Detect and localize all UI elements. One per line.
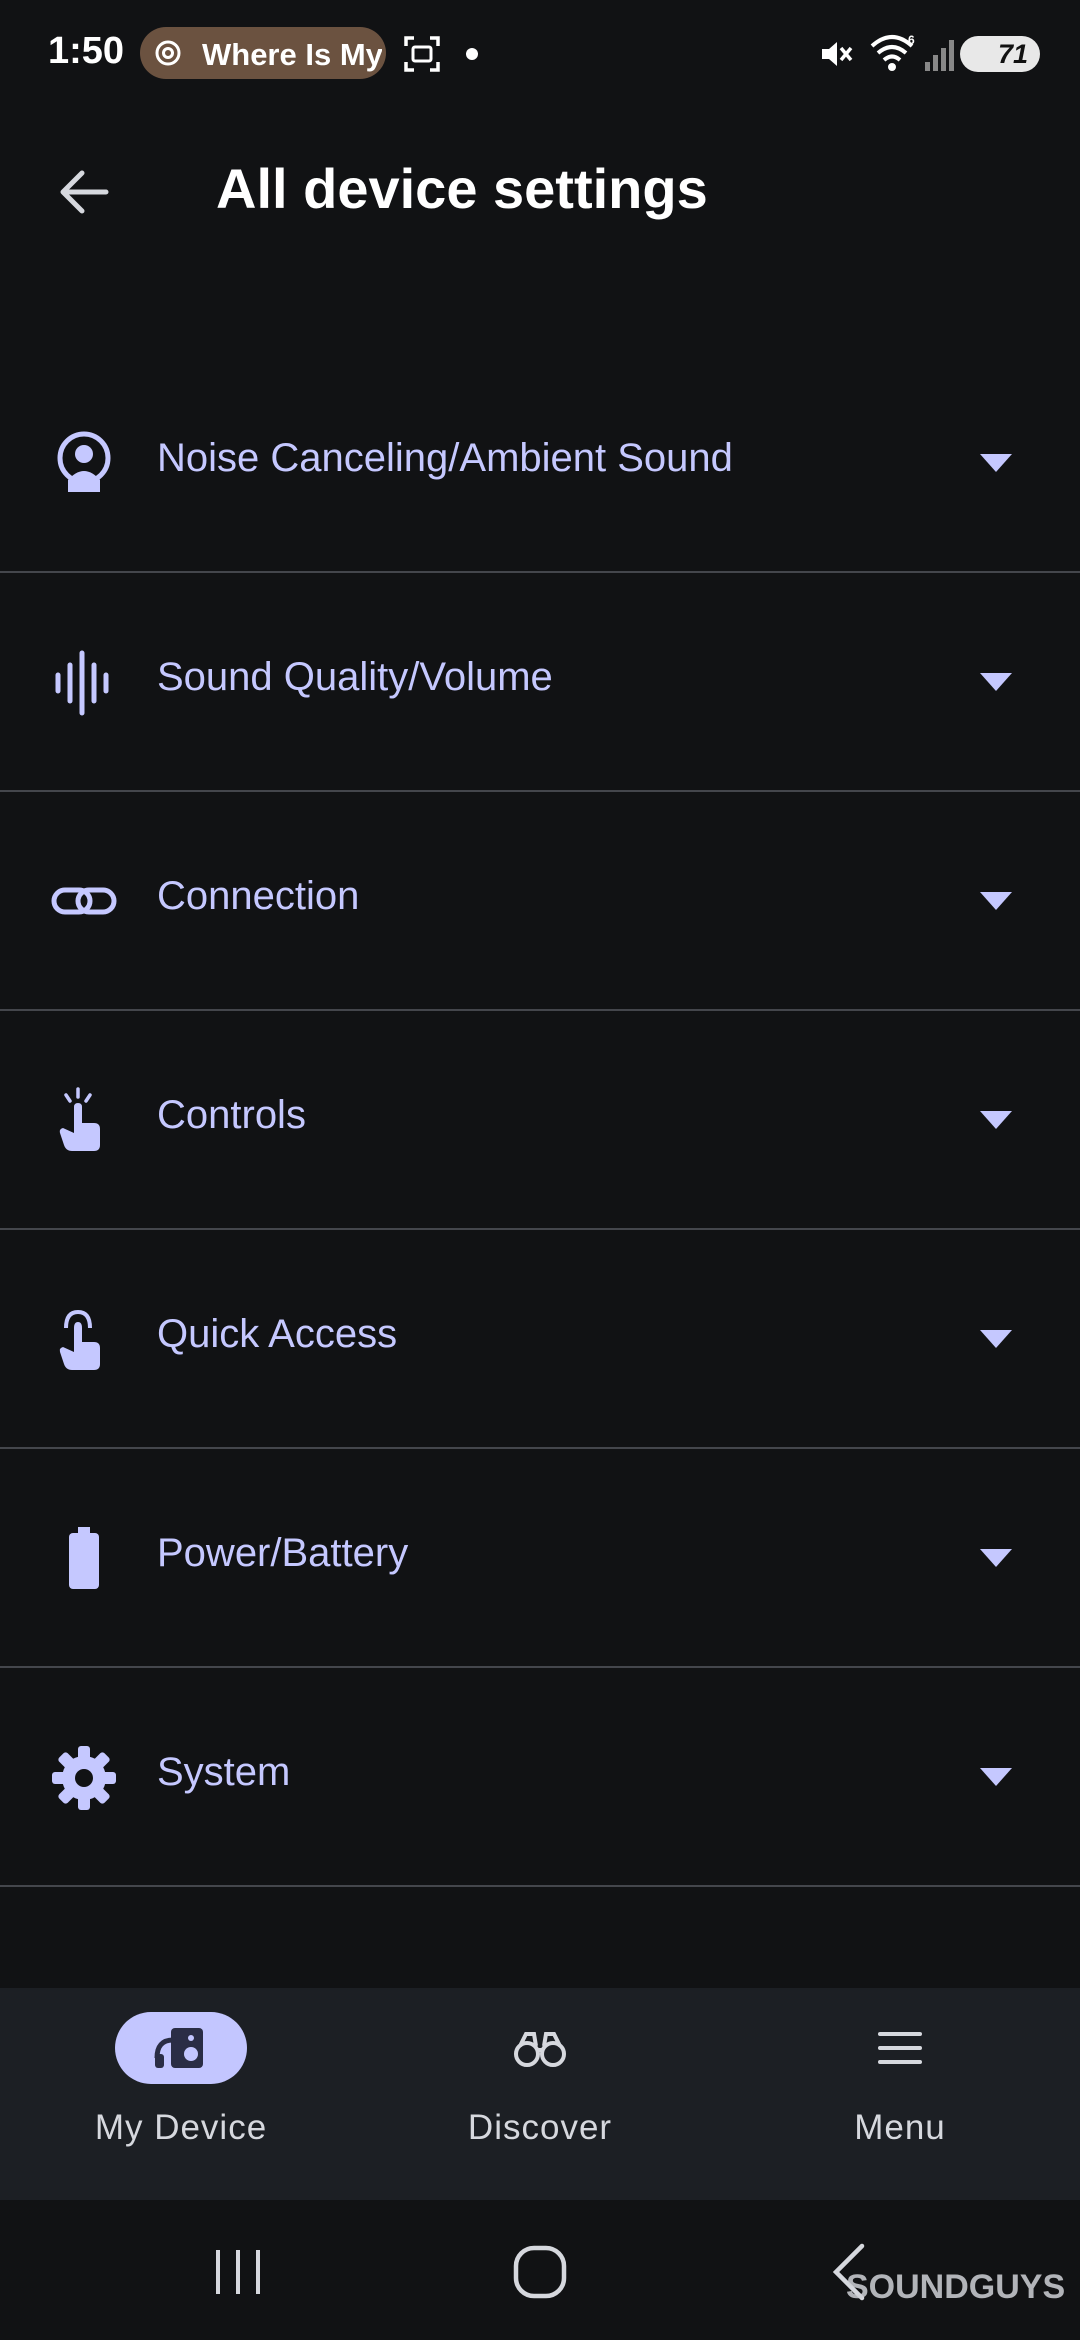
touch-hand-icon <box>50 1306 118 1374</box>
chevron-down-icon <box>980 1549 1012 1567</box>
settings-row-label: Noise Canceling/Ambient Sound <box>157 436 733 480</box>
nav-label: My Device <box>94 2108 268 2147</box>
wifi-icon: 6 <box>870 33 915 71</box>
link-icon <box>50 868 118 936</box>
device-speaker-icon <box>154 2028 203 2068</box>
nav-label: Discover <box>467 2108 613 2147</box>
chevron-down-icon <box>980 1111 1012 1129</box>
settings-row-system[interactable]: System <box>0 1668 1080 1887</box>
hamburger-menu-icon <box>878 2032 922 2064</box>
status-time: 1:50 <box>48 30 125 72</box>
chevron-down-icon <box>980 454 1012 472</box>
cell-signal-icon <box>925 40 954 71</box>
settings-row-power-battery[interactable]: Power/Battery <box>0 1449 1080 1668</box>
noise-canceling-icon <box>50 430 118 498</box>
watermark-logo: SOUNDGUYS <box>846 2268 1066 2306</box>
settings-row-label: Quick Access <box>157 1312 398 1356</box>
status-bar: 1:50 Where Is My 6 71 <box>0 0 1080 110</box>
bottom-nav: My Device Discover Menu <box>0 1988 1080 2200</box>
chevron-down-icon <box>980 1768 1012 1786</box>
battery-icon <box>50 1525 118 1593</box>
settings-row-label: Connection <box>157 874 360 918</box>
notification-dot <box>466 48 478 60</box>
location-target-icon <box>155 40 181 66</box>
home-icon[interactable] <box>510 2242 570 2302</box>
screen: 1:50 Where Is My 6 71 All device setting… <box>0 0 1080 2340</box>
notification-pill[interactable]: Where Is My <box>140 27 386 79</box>
settings-row-quick-access[interactable]: Quick Access <box>0 1230 1080 1449</box>
nav-icon-container <box>474 2012 606 2084</box>
page-title: All device settings <box>216 157 708 220</box>
nav-active-indicator <box>115 2012 247 2084</box>
nav-discover[interactable]: Discover <box>390 1988 690 2200</box>
mute-icon <box>822 42 853 66</box>
screenshot-icon <box>404 36 440 72</box>
nav-icon-container <box>834 2012 966 2084</box>
settings-row-label: Power/Battery <box>157 1531 409 1575</box>
chevron-down-icon <box>980 673 1012 691</box>
nav-label: Menu <box>854 2108 946 2147</box>
gear-icon <box>50 1744 118 1812</box>
system-nav-bar: SOUNDGUYS <box>0 2200 1080 2340</box>
settings-row-controls[interactable]: Controls <box>0 1011 1080 1230</box>
battery-level: 71 <box>997 39 1028 69</box>
sound-wave-icon <box>50 649 118 717</box>
settings-row-noise-canceling[interactable]: Noise Canceling/Ambient Sound <box>0 354 1080 573</box>
settings-row-connection[interactable]: Connection <box>0 792 1080 1011</box>
nav-menu[interactable]: Menu <box>750 1988 1050 2200</box>
back-arrow-icon[interactable] <box>52 160 116 224</box>
recent-apps-icon[interactable] <box>208 2242 268 2302</box>
chevron-down-icon <box>980 1330 1012 1348</box>
settings-row-sound-quality[interactable]: Sound Quality/Volume <box>0 573 1080 792</box>
app-header: All device settings <box>0 110 1080 270</box>
chevron-down-icon <box>980 892 1012 910</box>
notification-pill-text: Where Is My <box>202 37 382 72</box>
battery-indicator: 71 <box>960 36 1040 72</box>
settings-row-label: System <box>157 1750 291 1794</box>
nav-my-device[interactable]: My Device <box>31 1988 331 2200</box>
settings-list: Noise Canceling/Ambient Sound Sound Qual… <box>0 354 1080 1887</box>
settings-row-label: Controls <box>157 1093 306 1137</box>
binoculars-icon <box>514 2032 566 2067</box>
svg-text:6: 6 <box>908 33 915 47</box>
tap-gesture-icon <box>50 1087 118 1155</box>
settings-row-label: Sound Quality/Volume <box>157 655 553 699</box>
